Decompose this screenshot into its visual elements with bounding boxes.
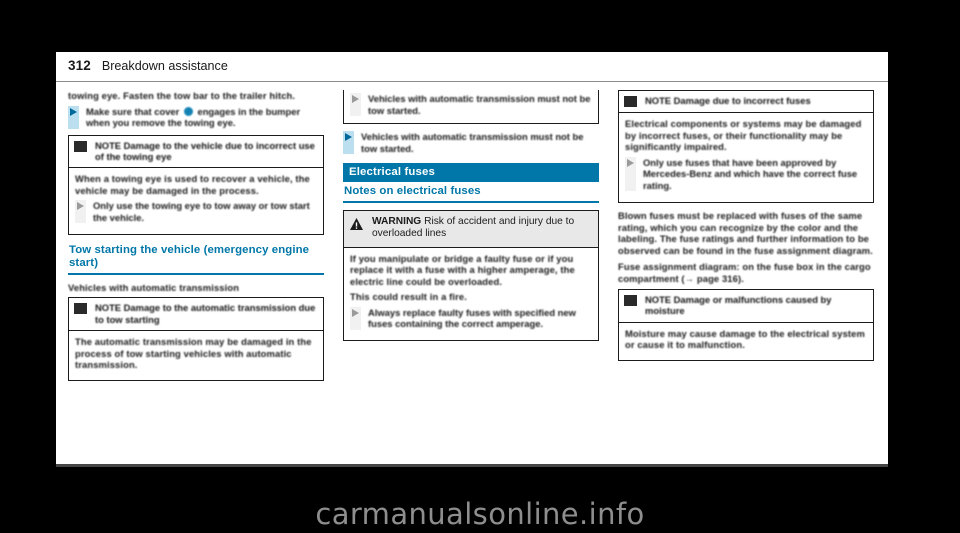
action-bullet: Vehicles with automatic transmission mus… [343, 131, 599, 154]
note-box-body: Electrical components or systems may be … [619, 113, 873, 202]
manual-page-sheet: 312 Breakdown assistance towing eye. Fas… [56, 52, 888, 464]
note-bullet: Only use the towing eye to tow away or t… [75, 200, 317, 224]
continued-paragraph: towing eye. Fasten the tow bar to the tr… [68, 90, 296, 101]
pdf-page-viewer: 312 Breakdown assistance towing eye. Fas… [0, 0, 960, 533]
page-number: 312 [68, 58, 91, 73]
note-box-header: NOTE Damage or malfunctions caused by mo… [619, 290, 873, 323]
bullet-marker [350, 306, 361, 330]
triangle-bullet-icon [627, 158, 634, 167]
note-body-text: Electrical components or systems may be … [625, 118, 862, 152]
triangle-bullet-icon [70, 107, 77, 116]
note-box-body: When a towing eye is used to recover a v… [69, 168, 323, 234]
note-body-text: The automatic transmission may be damage… [75, 336, 312, 371]
warning-box: WARNING Risk of accident and injury due … [343, 209, 599, 341]
section-heading-notes-on-fuses: Notes on electrical fuses [343, 183, 599, 203]
column-middle: Vehicles with automatic transmission mus… [343, 90, 599, 458]
warning-bullet-text: Always replace faulty fuses with specifi… [368, 306, 576, 330]
note-square-icon [624, 96, 637, 107]
note-box-body: Vehicles with automatic transmission mus… [344, 90, 598, 123]
note-box-title: NOTE Damage or malfunctions caused by mo… [645, 294, 832, 317]
bullet-marker [343, 131, 354, 154]
note-box: NOTE Damage to the automatic transmissio… [68, 297, 324, 381]
note-box-continued: Vehicles with automatic transmission mus… [343, 90, 599, 124]
note-bullet-text: Vehicles with automatic transmission mus… [368, 93, 591, 116]
triangle-bullet-icon [352, 95, 359, 103]
note-box: NOTE Damage due to incorrect fuses Elect… [618, 90, 874, 203]
action-bullet-text: Vehicles with automatic transmission mus… [361, 131, 584, 154]
note-box-title: NOTE Damage due to incorrect fuses [645, 95, 811, 106]
page-columns: towing eye. Fasten the tow bar to the tr… [68, 90, 876, 458]
note-box-header: NOTE Damage due to incorrect fuses [619, 91, 873, 113]
note-square-icon [74, 303, 87, 315]
warning-bullet: Always replace faulty fuses with specifi… [350, 306, 592, 330]
page-drop-shadow [56, 464, 888, 467]
section-bar-electrical-fuses: Electrical fuses [343, 163, 599, 182]
subheading-vehicles-automatic: Vehicles with automatic transmission [68, 281, 240, 293]
warning-triangle-icon [350, 217, 363, 235]
note-body-text: When a towing eye is used to recover a v… [75, 173, 310, 196]
paragraph-blown-fuses: Blown fuses must be replaced with fuses … [618, 210, 873, 256]
bullet-marker [68, 105, 79, 129]
action-bullet-text: Make sure that cover engages in the bump… [86, 105, 301, 129]
warning-label: WARNING [372, 215, 422, 227]
note-box: NOTE Damage or malfunctions caused by mo… [618, 289, 874, 361]
note-bullet: Vehicles with automatic transmission mus… [350, 93, 592, 116]
action-bullet: Make sure that cover engages in the bump… [68, 105, 324, 129]
note-square-icon [74, 140, 87, 152]
bullet-marker [350, 93, 361, 116]
page-running-header: 312 Breakdown assistance [56, 52, 888, 82]
note-bullet-text: Only use the towing eye to tow away or t… [93, 200, 310, 223]
note-box-header: NOTE Damage to the vehicle due to incorr… [69, 136, 323, 169]
note-box-body: Moisture may cause damage to the electri… [619, 323, 873, 360]
note-box-title: NOTE Damage to the vehicle due to incorr… [95, 139, 315, 162]
note-bullet-text: Only use fuses that have been approved b… [643, 156, 858, 191]
note-bullet: Only use fuses that have been approved b… [625, 156, 867, 191]
note-box-title: NOTE Damage to the automatic transmissio… [95, 302, 316, 325]
note-box-header: NOTE Damage to the automatic transmissio… [69, 298, 323, 332]
note-box-body: The automatic transmission may be damage… [69, 331, 323, 380]
column-left: towing eye. Fasten the tow bar to the tr… [68, 90, 324, 458]
note-body-text: Moisture may cause damage to the electri… [625, 327, 865, 351]
warning-body-paragraph-1: If you manipulate or bridge a faulty fus… [350, 252, 575, 287]
note-square-icon [624, 295, 637, 306]
triangle-bullet-icon [345, 133, 352, 141]
warning-body-paragraph-2: This could result in a fire. [350, 291, 467, 303]
chapter-title: Breakdown assistance [101, 59, 228, 73]
cover-marker-icon [183, 106, 193, 116]
bullet-marker [625, 156, 636, 191]
warning-box-header: WARNING Risk of accident and injury due … [344, 210, 598, 248]
paragraph-fuse-assignment: Fuse assignment diagram: on the fuse box… [618, 261, 871, 284]
warning-box-title: WARNING Risk of accident and injury due … [372, 216, 591, 241]
section-heading-tow-starting: Tow starting the vehicle (emergency engi… [68, 242, 324, 275]
triangle-bullet-icon [352, 308, 359, 317]
triangle-bullet-icon [77, 202, 84, 211]
site-watermark: carmanualsonline.info [315, 497, 645, 531]
warning-box-body: If you manipulate or bridge a faulty fus… [344, 248, 598, 340]
note-box: NOTE Damage to the vehicle due to incorr… [68, 134, 324, 236]
bullet-marker [75, 200, 86, 224]
column-right: NOTE Damage due to incorrect fuses Elect… [618, 90, 874, 458]
